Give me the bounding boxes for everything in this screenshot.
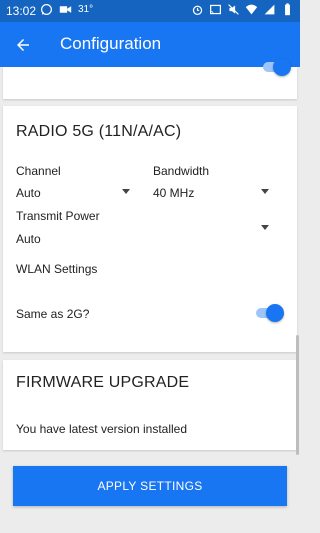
toggle-knob — [273, 58, 291, 76]
radio-2g-card-partial — [3, 58, 297, 99]
transmit-power-select[interactable]: Auto — [13, 216, 274, 246]
channel-value: Auto — [16, 186, 41, 200]
status-bar: 13:02 31° — [0, 0, 300, 22]
apply-settings-button[interactable]: APPLY SETTINGS — [13, 466, 287, 506]
firmware-card: FIRMWARE UPGRADE You have latest version… — [3, 360, 297, 450]
bandwidth-label: Bandwidth — [153, 164, 210, 178]
scrollbar[interactable] — [296, 335, 299, 455]
whatsapp-icon — [41, 4, 52, 15]
channel-label: Channel — [16, 164, 61, 178]
radio-5g-title: RADIO 5G (11N/A/AC) — [16, 123, 182, 140]
radio-5g-card: RADIO 5G (11N/A/AC) Channel Auto Bandwid… — [3, 106, 297, 352]
back-button[interactable] — [10, 32, 36, 58]
radio-2g-toggle[interactable] — [261, 58, 291, 76]
firmware-title: FIRMWARE UPGRADE — [16, 374, 190, 391]
toggle-knob — [266, 304, 284, 322]
transmit-power-value: Auto — [16, 232, 41, 246]
wifi-icon — [245, 4, 258, 15]
firmware-status: You have latest version installed — [16, 422, 187, 436]
bandwidth-select[interactable]: 40 MHz — [150, 181, 274, 203]
app-bar: Configuration — [0, 22, 300, 67]
alarm-icon — [192, 5, 203, 15]
mute-icon — [228, 4, 239, 15]
status-time: 13:02 — [6, 4, 37, 18]
video-icon — [59, 6, 72, 13]
arrow-back-icon — [17, 39, 29, 51]
bandwidth-value: 40 MHz — [153, 186, 195, 200]
wlan-settings-label: WLAN Settings — [16, 262, 98, 276]
temperature-text: 31° — [78, 4, 94, 15]
cast-icon — [210, 4, 221, 15]
chevron-down-icon — [261, 225, 269, 230]
page-title: Configuration — [60, 34, 162, 53]
chevron-down-icon — [261, 189, 269, 194]
same-as-2g-label: Same as 2G? — [16, 307, 90, 321]
signal-icon — [264, 4, 275, 15]
chevron-down-icon — [122, 189, 130, 194]
channel-select[interactable]: Auto — [13, 181, 135, 203]
same-as-2g-toggle[interactable] — [254, 304, 284, 322]
battery-icon — [285, 3, 290, 16]
